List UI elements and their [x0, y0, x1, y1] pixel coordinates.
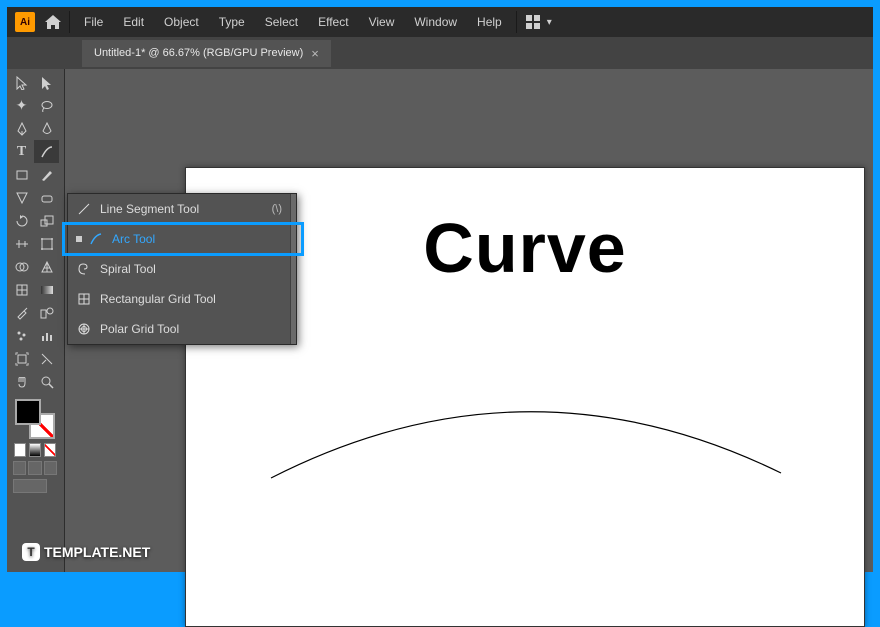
headline-text: Curve [423, 208, 626, 288]
menu-object[interactable]: Object [154, 7, 209, 37]
selection-tool[interactable] [9, 71, 34, 94]
menu-select[interactable]: Select [255, 7, 308, 37]
watermark-badge-icon: T [22, 543, 40, 561]
rectangle-tool[interactable] [9, 163, 34, 186]
type-tool[interactable]: T [9, 140, 34, 163]
fill-stroke-swatch[interactable] [15, 399, 55, 439]
rect-grid-icon [76, 291, 92, 307]
menu-file[interactable]: File [74, 7, 113, 37]
menu-view[interactable]: View [359, 7, 405, 37]
magic-wand-tool[interactable]: ✦ [9, 94, 34, 117]
app-window: Ai File Edit Object Type Select Effect V… [7, 7, 873, 572]
gradient-tool[interactable] [34, 278, 59, 301]
pen-tool[interactable] [9, 117, 34, 140]
blend-tool[interactable] [34, 301, 59, 324]
menu-bar: Ai File Edit Object Type Select Effect V… [7, 7, 873, 37]
watermark-text: TEMPLATE.NET [44, 544, 150, 560]
arc-path [266, 378, 786, 488]
curvature-tool[interactable] [34, 117, 59, 140]
flyout-line-segment-tool[interactable]: Line Segment Tool (\) [68, 194, 290, 224]
toolbox: ✦ T [7, 69, 65, 572]
shaper-tool[interactable] [9, 186, 34, 209]
screen-mode-button[interactable] [13, 479, 47, 493]
home-icon[interactable] [41, 10, 65, 34]
flyout-label: Line Segment Tool [100, 202, 199, 216]
line-tool-flyout: Line Segment Tool (\) Arc Tool Spiral To… [67, 193, 297, 345]
line-icon [76, 201, 92, 217]
flyout-rectangular-grid-tool[interactable]: Rectangular Grid Tool [68, 284, 290, 314]
flyout-spiral-tool[interactable]: Spiral Tool [68, 254, 290, 284]
artboard-tool[interactable] [9, 347, 34, 370]
selected-indicator-icon [76, 236, 82, 242]
flyout-polar-grid-tool[interactable]: Polar Grid Tool [68, 314, 290, 344]
perspective-grid-tool[interactable] [34, 255, 59, 278]
color-swatches [9, 395, 61, 499]
symbol-sprayer-tool[interactable] [9, 324, 34, 347]
paintbrush-tool[interactable] [34, 163, 59, 186]
eyedropper-tool[interactable] [9, 301, 34, 324]
flyout-arc-tool[interactable]: Arc Tool [68, 224, 290, 254]
arc-icon [88, 231, 104, 247]
tearoff-handle[interactable] [290, 194, 296, 344]
work-area: ✦ T [7, 69, 873, 572]
menu-edit[interactable]: Edit [113, 7, 154, 37]
hand-tool[interactable] [9, 370, 34, 393]
shape-builder-tool[interactable] [9, 255, 34, 278]
draw-inside[interactable] [44, 461, 57, 475]
mesh-tool[interactable] [9, 278, 34, 301]
zoom-tool[interactable] [34, 370, 59, 393]
width-tool[interactable] [9, 232, 34, 255]
flyout-label: Arc Tool [112, 232, 155, 246]
draw-normal[interactable] [13, 461, 26, 475]
lasso-tool[interactable] [34, 94, 59, 117]
eraser-tool[interactable] [34, 186, 59, 209]
line-segment-tool[interactable] [34, 140, 59, 163]
app-logo-icon: Ai [15, 12, 35, 32]
slice-tool[interactable] [34, 347, 59, 370]
flyout-label: Spiral Tool [100, 262, 156, 276]
watermark: T TEMPLATE.NET [22, 543, 150, 561]
color-mode-none[interactable] [44, 443, 56, 457]
tab-label: Untitled-1* @ 66.67% (RGB/GPU Preview) [94, 47, 303, 59]
flyout-shortcut: (\) [272, 203, 282, 215]
menu-type[interactable]: Type [209, 7, 255, 37]
close-icon[interactable]: × [311, 46, 319, 61]
flyout-label: Rectangular Grid Tool [100, 292, 216, 306]
chevron-down-icon[interactable]: ▾ [547, 17, 552, 28]
scale-tool[interactable] [34, 209, 59, 232]
menu-window[interactable]: Window [404, 7, 467, 37]
workspace-switcher-icon[interactable] [521, 10, 545, 34]
menu-divider [516, 11, 517, 33]
menu-help[interactable]: Help [467, 7, 512, 37]
color-mode-solid[interactable] [14, 443, 26, 457]
menu-divider [69, 11, 70, 33]
rotate-tool[interactable] [9, 209, 34, 232]
document-tab[interactable]: Untitled-1* @ 66.67% (RGB/GPU Preview) × [82, 40, 331, 67]
direct-selection-tool[interactable] [34, 71, 59, 94]
draw-mode-row [13, 461, 57, 475]
spiral-icon [76, 261, 92, 277]
screen-mode-row[interactable] [13, 479, 57, 493]
color-mode-row [14, 443, 56, 457]
free-transform-tool[interactable] [34, 232, 59, 255]
column-graph-tool[interactable] [34, 324, 59, 347]
menu-effect[interactable]: Effect [308, 7, 358, 37]
color-mode-gradient[interactable] [29, 443, 41, 457]
polar-grid-icon [76, 321, 92, 337]
flyout-label: Polar Grid Tool [100, 322, 179, 336]
fill-swatch[interactable] [15, 399, 41, 425]
draw-behind[interactable] [28, 461, 41, 475]
tab-bar: Untitled-1* @ 66.67% (RGB/GPU Preview) × [7, 37, 873, 69]
